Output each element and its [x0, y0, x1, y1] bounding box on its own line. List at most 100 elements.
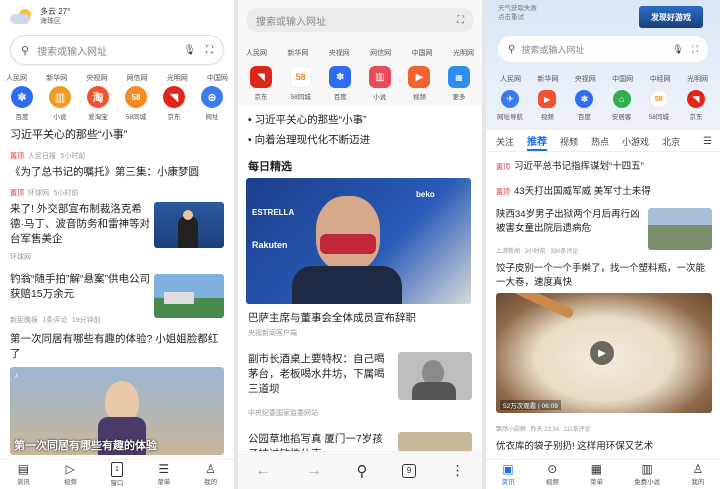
quick-link[interactable]: 光明网: [453, 48, 474, 58]
app-video[interactable]: ▶ 视频: [529, 90, 565, 121]
weather-desc: 多云: [40, 7, 56, 16]
search-bar[interactable]: 搜索或输入网址 ⛶: [246, 8, 474, 32]
news-item[interactable]: 陕西34岁男子出狱两个月后再行凶被害女童出院后遗病危 上游新闻 3小时前 390…: [496, 208, 712, 255]
pinned-badge: 置顶: [10, 190, 24, 197]
nav-video[interactable]: ▷ 视频: [64, 463, 77, 487]
weather-widget[interactable]: 多云 27° 海珠区: [10, 7, 70, 27]
app-nav[interactable]: ✈ 网址导航: [492, 90, 528, 121]
search-bar[interactable]: ⚲ 搜索或输入网址 🎙 ⛶: [498, 36, 708, 62]
app-video[interactable]: ▶ 视频: [400, 66, 438, 101]
app-more[interactable]: ▦ 更多: [440, 66, 478, 101]
quick-link[interactable]: 网信网: [370, 48, 391, 58]
jd-icon: ◥: [163, 86, 185, 108]
bottom-nav: ▤ 资讯 ▷ 视频 1 窗口 ☰ 菜单 ♙ 我的: [0, 459, 234, 489]
app-jd[interactable]: ◥ 京东: [156, 86, 192, 121]
microphone-icon[interactable]: 🎙: [672, 44, 683, 55]
app-shortcuts: ◥ 京东 58 58同城 ✽ 百度 ▥ 小说 ▶ 视频 ▦ 更多: [242, 66, 478, 101]
quick-link[interactable]: 新华网: [537, 74, 558, 84]
app-jd[interactable]: ◥ 京东: [678, 90, 714, 121]
nav-profile[interactable]: ♙ 我的: [204, 463, 217, 487]
tab-minigame[interactable]: 小游戏: [622, 135, 649, 148]
app-58[interactable]: 58 58同城: [641, 90, 677, 121]
video-thumbnail[interactable]: ▶ 52万次观看 | 06:09: [496, 293, 712, 413]
back-icon[interactable]: ←: [255, 462, 271, 480]
quick-link[interactable]: 光明网: [687, 74, 708, 84]
search-input[interactable]: 搜索或输入网址: [521, 43, 672, 56]
tab-hot[interactable]: 热点: [591, 135, 609, 148]
app-58[interactable]: 58 58同城: [118, 86, 154, 121]
weather-widget[interactable]: 天气获取失败 点击重试: [498, 4, 537, 22]
video-item[interactable]: 饺子皮别一个一个手擀了，找一个塑料瓶，一次能一大卷，速度真快: [496, 262, 712, 290]
quick-link[interactable]: 央视网: [575, 74, 596, 84]
game-banner[interactable]: 发现好游戏: [639, 6, 703, 28]
app-58[interactable]: 58 58同城: [282, 66, 320, 101]
forward-icon[interactable]: →: [306, 462, 322, 480]
scan-icon[interactable]: ⛶: [206, 45, 213, 56]
quick-link[interactable]: 中国网: [612, 74, 633, 84]
headline-item[interactable]: 习近平关心的那些“小事” 置顶 人民日报 5小时前: [10, 128, 224, 163]
more-icon[interactable]: ⋮: [451, 462, 465, 479]
news-item[interactable]: 公园草地掐写真 厦门一7岁孩子被过敏性休克: [248, 432, 474, 452]
quick-link[interactable]: 中国网: [207, 73, 228, 83]
hot-item[interactable]: 置顶 43天打出国威军威 美军寸土未得: [496, 183, 651, 197]
app-sites[interactable]: ⊕ 网址: [194, 86, 230, 121]
app-jd[interactable]: ◥ 京东: [242, 66, 280, 101]
quick-link[interactable]: 新华网: [287, 48, 308, 58]
video-thumbnail[interactable]: ♪ 第一次同居有哪些有趣的体验: [10, 367, 224, 455]
search-input[interactable]: 搜索或输入网址: [37, 43, 183, 58]
nav-novel[interactable]: ▥ 免费小说: [634, 463, 660, 487]
quick-link[interactable]: 中经网: [650, 74, 671, 84]
scan-icon[interactable]: ⛶: [457, 15, 464, 26]
microphone-icon[interactable]: 🎙: [183, 45, 196, 56]
play-button[interactable]: ▶: [590, 341, 614, 365]
nav-profile[interactable]: ♙ 我的: [691, 463, 704, 487]
headline-bullet[interactable]: • 向着治理现代化不断迈进: [248, 132, 370, 147]
nav-news[interactable]: ▤ 资讯: [17, 463, 30, 487]
quick-link[interactable]: 人民网: [246, 48, 267, 58]
feature-image[interactable]: ESTRELLA Rakuten beko: [246, 178, 471, 304]
cloud-icon: [10, 9, 34, 25]
hot-item[interactable]: 置顶 习近平总书记指挥谋划“十四五”: [496, 158, 644, 172]
tab-video[interactable]: 视频: [560, 135, 578, 148]
tabs-icon[interactable]: 9: [402, 463, 417, 478]
headline-bullet[interactable]: • 习近平关心的那些“小事”: [248, 112, 367, 127]
search-icon[interactable]: ⚲: [356, 462, 367, 480]
quick-link[interactable]: 人民网: [6, 73, 27, 83]
menu-icon[interactable]: ☰: [703, 136, 712, 147]
news-item[interactable]: 《为了总书记的嘱托》第三集：小康梦圆 置顶 环球网 5小时前: [10, 165, 224, 200]
app-novel[interactable]: ▥ 小说: [361, 66, 399, 101]
tab-beijing[interactable]: 北京: [662, 135, 680, 148]
app-novel[interactable]: ▥ 小说: [42, 86, 78, 121]
quick-link[interactable]: 光明网: [167, 73, 188, 83]
nav-news[interactable]: ▣ 资讯: [502, 463, 515, 487]
tab-recommend[interactable]: 推荐: [527, 133, 548, 151]
weather-location: 海珠区: [40, 18, 61, 25]
quick-link[interactable]: 央视网: [86, 73, 107, 83]
app-taobao[interactable]: 淘爱淘宝: [80, 86, 116, 121]
app-anjuke[interactable]: ⌂ 安居客: [604, 90, 640, 121]
quick-link[interactable]: 央视网: [329, 48, 350, 58]
search-input[interactable]: 搜索或输入网址: [256, 13, 457, 28]
nav-video[interactable]: ⊙ 视频: [546, 463, 559, 487]
app-baidu[interactable]: ✽ 百度: [321, 66, 359, 101]
book-icon: ▥: [49, 86, 71, 108]
nav-menu[interactable]: ▦ 菜单: [590, 463, 603, 487]
news-item[interactable]: 钓翁“随手拍”解“悬案”供电公司获赔15万余元 新民晚报 1条评论 19分钟前: [10, 272, 224, 324]
quick-link[interactable]: 网信网: [127, 73, 148, 83]
quick-link[interactable]: 中国网: [412, 48, 433, 58]
news-item[interactable]: 第一次同居有哪些有趣的体验? 小姐姐脸都红了: [10, 332, 224, 362]
feature-title[interactable]: 巴萨主席与董事会全体成员宣布辞职: [248, 310, 416, 325]
scan-icon[interactable]: ⛶: [692, 44, 698, 55]
news-item[interactable]: 副市长酒桌上要特权：自己喝茅台，老板喝水井坊，下属喝三道坝: [248, 352, 474, 408]
nav-menu[interactable]: ☰ 菜单: [157, 463, 170, 487]
tab-follow[interactable]: 关注: [496, 135, 514, 148]
news-item[interactable]: 来了! 外交部宣布制裁洛克希德·马丁、波音防务和雷神等对台军售美企 环球网: [10, 202, 224, 264]
app-baidu[interactable]: ✽ 百度: [566, 90, 602, 121]
nav-windows[interactable]: 1 窗口: [110, 462, 123, 487]
app-baidu[interactable]: ✽ 百度: [4, 86, 40, 121]
news-item[interactable]: 优衣库的袋子别扔! 这样用环保又艺术: [496, 438, 653, 452]
quick-link[interactable]: 人民网: [500, 74, 521, 84]
quick-link[interactable]: 新华网: [46, 73, 67, 83]
quick-links: 人民网 新华网 央视网 网信网 中国网 光明网: [246, 48, 474, 58]
search-bar[interactable]: ⚲ 搜索或输入网址 🎙 ⛶: [10, 35, 224, 65]
